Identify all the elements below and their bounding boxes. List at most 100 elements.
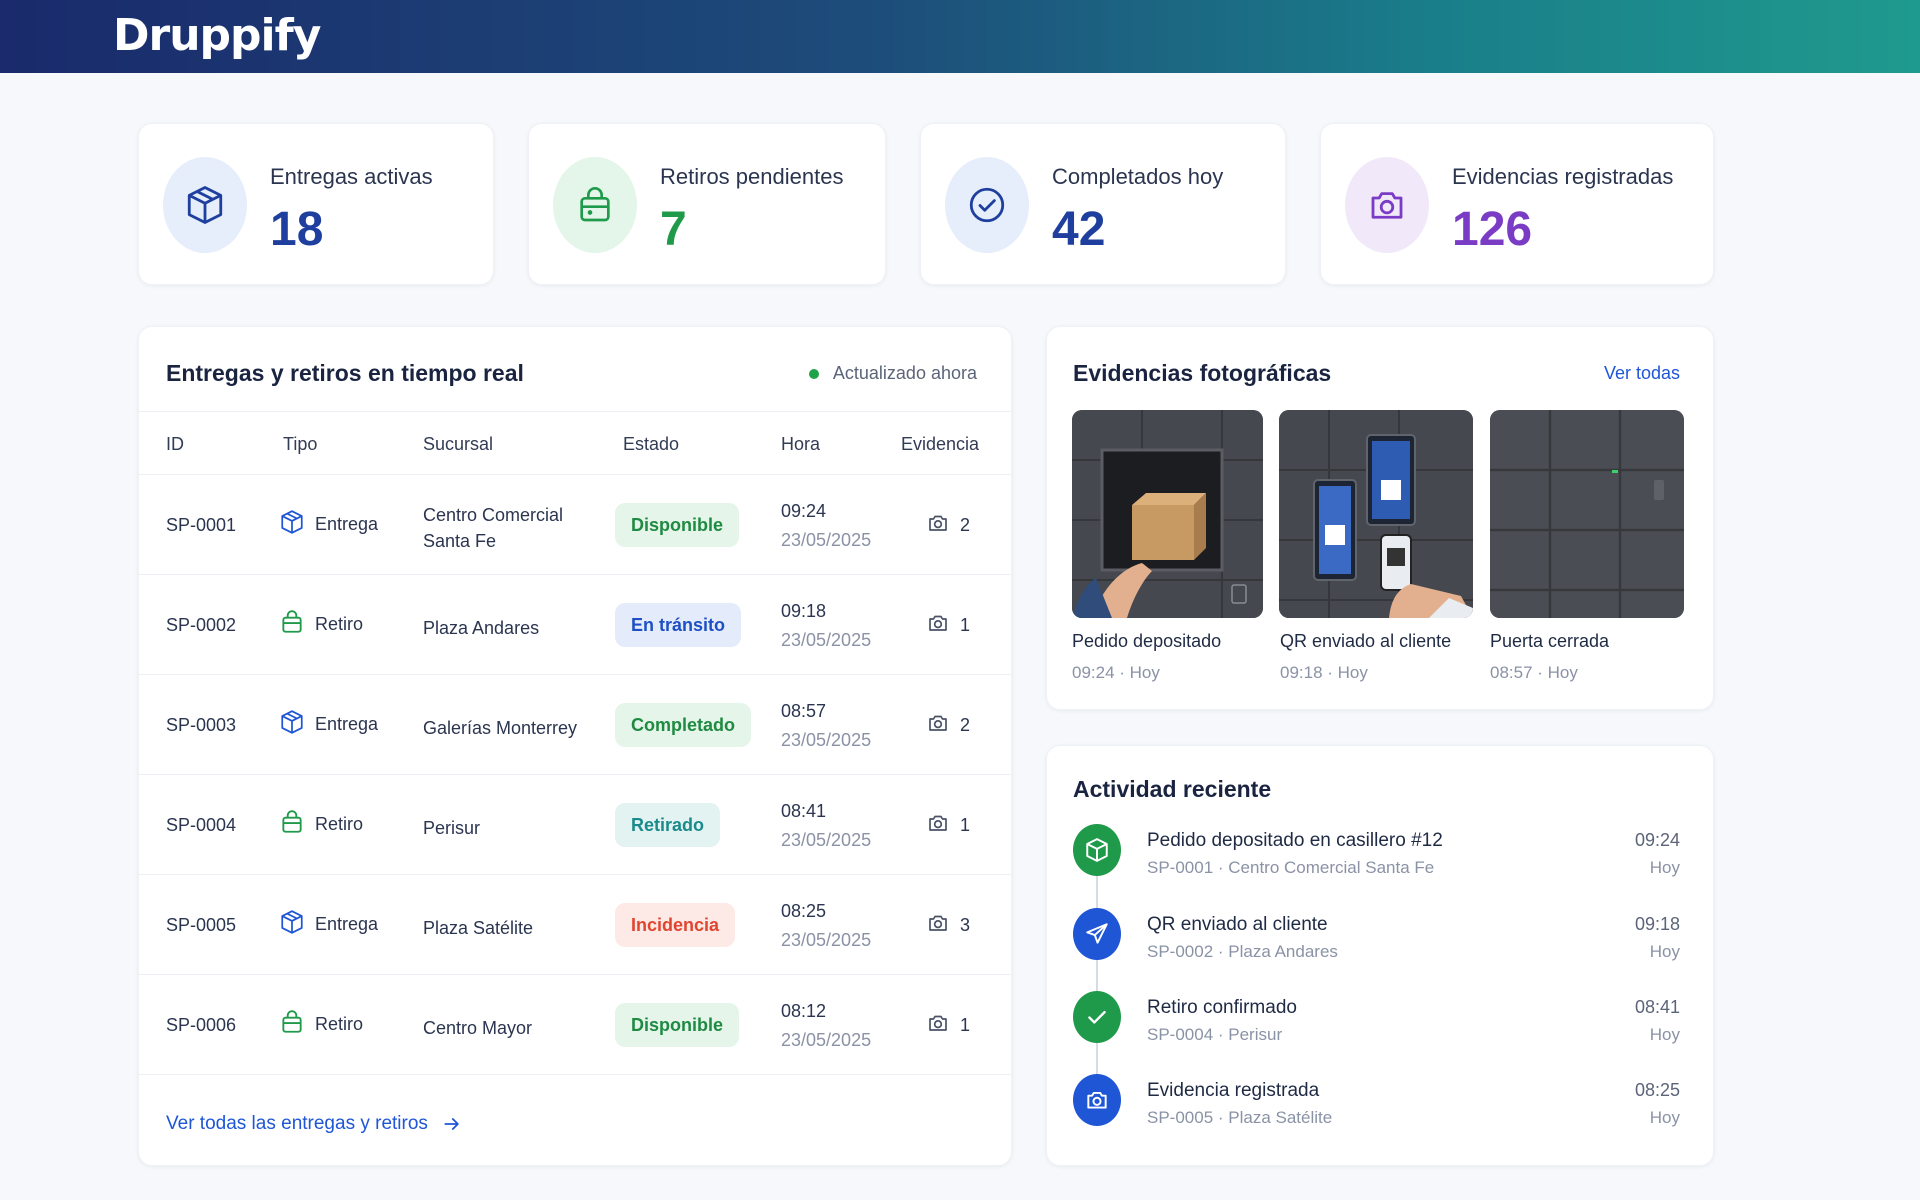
check-circle-icon [945,157,1029,253]
activity-subtitle: SP-0005 · Plaza Satélite [1147,1108,1333,1127]
time-value: 08:12 [781,1001,827,1021]
cell-time: 08:25 23/05/2025 [781,897,871,955]
camera-icon [926,711,950,740]
activity-time: 08:25 [1634,1080,1680,1100]
activity-day: Hoy [1649,1025,1680,1044]
panel-title: Actividad reciente [1073,776,1272,802]
cell-time: 09:24 23/05/2025 [781,497,871,555]
photo-timestamp: 09:18 · Hoy [1280,663,1368,682]
cell-branch: Centro Comercial Santa Fe [423,505,564,551]
date-value: 23/05/2025 [781,730,872,750]
evidence-count: 1 [960,1015,971,1035]
time-value: 09:24 [781,501,827,521]
column-header-type[interactable]: Tipo [283,434,317,455]
arrow-right-icon [444,1118,459,1130]
status-badge: Incidencia [615,903,736,947]
column-header-id[interactable]: ID [166,434,184,455]
photo-door-closed[interactable] [1490,410,1684,618]
activity-day: Hoy [1649,1108,1680,1127]
evidence-count: 3 [960,915,971,935]
cell-evidence[interactable]: 3 [926,911,970,940]
photo-package-deposited[interactable] [1072,410,1263,618]
table-row[interactable]: SP-0004 Retiro Perisur Retirado 08:41 23/05/2… [139,775,1011,875]
type-label: Retiro [315,1014,364,1034]
camera-icon [926,511,950,540]
cell-time: 08:12 23/05/2025 [781,997,871,1055]
stat-card-active-deliveries[interactable]: Entregas activas 18 [138,123,494,285]
activity-item[interactable]: Retiro confirmado SP-0004 · Perisur 08:4… [1047,991,1713,1071]
cell-time: 09:18 23/05/2025 [781,597,871,655]
status-badge: Disponible [615,503,740,547]
evidence-count: 2 [960,715,971,735]
activity-subtitle: SP-0002 · Plaza Andares [1147,942,1338,961]
activity-title: QR enviado al cliente [1147,914,1328,935]
table-row[interactable]: SP-0006 Retiro Centro Mayor Disponible 08:12… [139,975,1011,1075]
camera-icon [1345,157,1429,253]
view-all-deliveries-link[interactable]: Ver todas las entregas y retiros [166,1113,462,1135]
recent-activity-panel: Actividad reciente Pedido depositado en … [1046,745,1714,1166]
cell-id: SP-0003 [166,715,237,735]
photo-timestamp: 09:24 · Hoy [1072,663,1160,682]
app-logo[interactable]: Druppify [113,10,321,61]
evidence-count: 2 [960,515,971,535]
live-indicator: Actualizado ahora [808,363,977,384]
stat-label: Entregas activas [270,164,433,189]
stat-label: Completados hoy [1052,164,1224,189]
cell-time: 08:57 23/05/2025 [781,697,871,755]
stat-card-evidence[interactable]: Evidencias registradas 126 [1320,123,1714,285]
table-row[interactable]: SP-0002 Retiro Plaza Andares En tránsito 09:… [139,575,1011,675]
activity-item[interactable]: Evidencia registrada SP-0005 · Plaza Sat… [1047,1074,1713,1154]
activity-item[interactable]: QR enviado al cliente SP-0002 · Plaza An… [1047,908,1713,988]
photo-timestamp: 08:57 · Hoy [1490,663,1578,682]
table-row[interactable]: SP-0003 Entrega Galerías Monterrey Completa… [139,675,1011,775]
package-icon [279,709,305,740]
cell-type: Entrega [279,509,378,540]
time-value: 08:25 [781,901,827,921]
camera-icon [926,1011,950,1040]
cell-type: Retiro [279,1009,363,1040]
evidence-count: 1 [960,615,971,635]
top-bar: Druppify [0,0,1920,73]
column-header-evidence[interactable]: Evidencia [901,434,979,455]
stat-value: 7 [660,203,687,256]
activity-item[interactable]: Pedido depositado en casillero #12 SP-00… [1047,824,1713,904]
type-label: Entrega [315,914,379,934]
table-row[interactable]: SP-0001 Entrega Centro Comercial Santa Fe D… [139,475,1011,575]
type-label: Entrega [315,514,379,534]
stat-card-completed-today[interactable]: Completados hoy 42 [920,123,1286,285]
live-dot-icon [808,368,819,379]
date-value: 23/05/2025 [781,530,872,550]
shopping-bag-icon [279,809,305,840]
cell-branch: Plaza Andares [423,618,540,638]
view-all-photos-link[interactable]: Ver todas [1604,363,1680,384]
cell-evidence[interactable]: 1 [926,611,970,640]
cell-type: Entrega [279,709,378,740]
cell-evidence[interactable]: 2 [926,511,970,540]
time-value: 09:18 [781,601,827,621]
column-header-time[interactable]: Hora [781,434,820,455]
activity-title: Pedido depositado en casillero #12 [1147,830,1443,851]
cell-id: SP-0004 [166,815,237,835]
camera-icon [926,611,950,640]
cell-evidence[interactable]: 2 [926,711,970,740]
table-row[interactable]: SP-0005 Entrega Plaza Satélite Incidencia 08… [139,875,1011,975]
cell-evidence[interactable]: 1 [926,1011,970,1040]
package-icon [1073,824,1121,876]
stat-label: Retiros pendientes [660,164,844,189]
cell-branch: Galerías Monterrey [423,718,578,738]
stat-card-pending-pickups[interactable]: Retiros pendientes 7 [528,123,886,285]
column-header-branch[interactable]: Sucursal [423,434,493,455]
shopping-bag-icon [553,157,637,253]
time-value: 08:41 [781,801,827,821]
cell-branch: Perisur [423,818,481,838]
deliveries-table-panel: Entregas y retiros en tiempo real Actual… [138,326,1012,1166]
column-header-status[interactable]: Estado [623,434,679,455]
activity-day: Hoy [1649,942,1680,961]
cell-evidence[interactable]: 1 [926,811,970,840]
status-badge: Completado [615,703,752,747]
activity-time: 08:41 [1634,997,1680,1017]
view-all-deliveries-label: Ver todas las entregas y retiros [166,1113,428,1134]
photo-caption: Puerta cerrada [1490,631,1610,651]
shopping-bag-icon [279,1009,305,1040]
photo-qr-sent[interactable] [1279,410,1473,618]
